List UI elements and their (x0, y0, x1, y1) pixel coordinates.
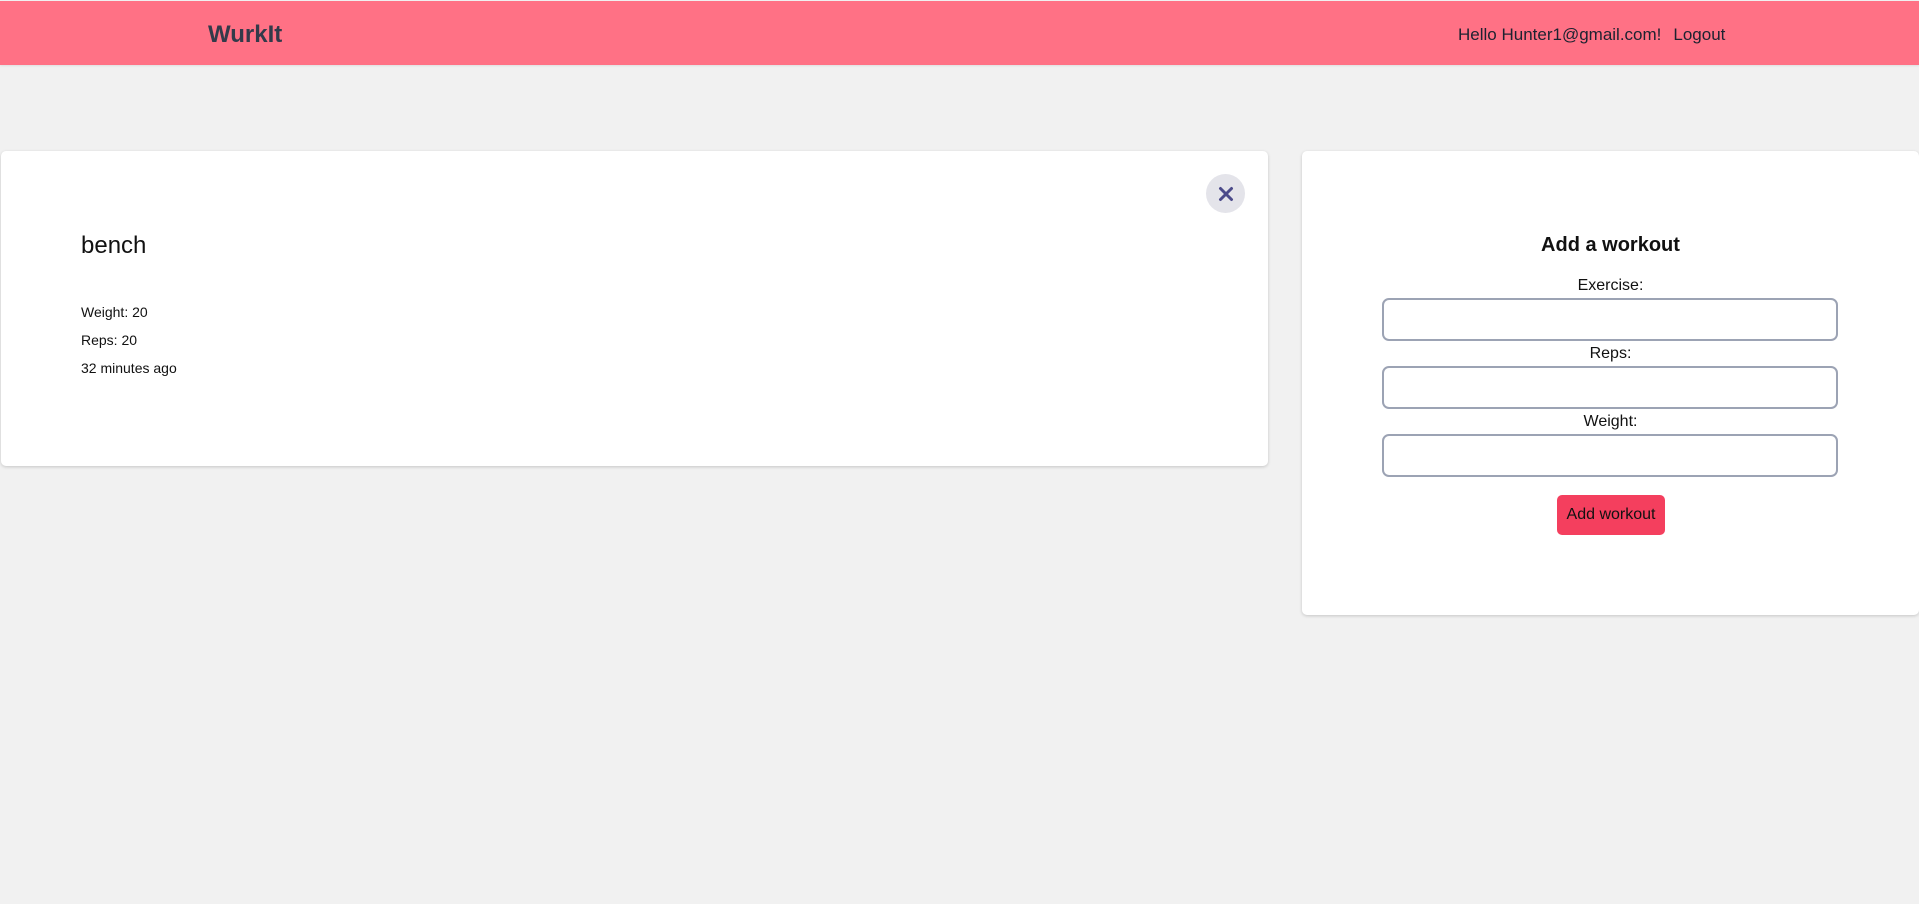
form-title: Add a workout (1541, 234, 1680, 256)
weight-input[interactable] (1382, 434, 1838, 477)
workout-reps: Reps: 20 (81, 332, 138, 348)
reps-label: Reps: (1589, 345, 1632, 362)
brand-logo-link[interactable]: WurkIt (208, 21, 282, 49)
workout-timestamp: 32 minutes ago (81, 360, 177, 376)
delete-workout-button[interactable] (1206, 174, 1245, 213)
weight-label: Weight: (1583, 413, 1638, 430)
workout-details-card: bench Weight: 20 Reps: 20 32 minutes ago (1, 151, 1268, 466)
add-workout-button[interactable]: Add workout (1557, 495, 1665, 535)
reps-input[interactable] (1382, 366, 1838, 409)
exercise-input[interactable] (1382, 298, 1838, 341)
user-greeting: Hello Hunter1@gmail.com! (1458, 25, 1662, 44)
exercise-label: Exercise: (1577, 277, 1644, 294)
workout-exercise-title: bench (81, 232, 147, 259)
logout-link[interactable]: Logout (1673, 25, 1725, 45)
workout-weight: Weight: 20 (81, 304, 148, 320)
add-workout-form: Add a workout Exercise: Reps: Weight: Ad… (1302, 151, 1919, 615)
close-icon (1218, 186, 1233, 201)
user-nav: Hello Hunter1@gmail.com! Logout (1458, 25, 1725, 45)
top-navbar: WurkIt Hello Hunter1@gmail.com! Logout (0, 1, 1919, 65)
